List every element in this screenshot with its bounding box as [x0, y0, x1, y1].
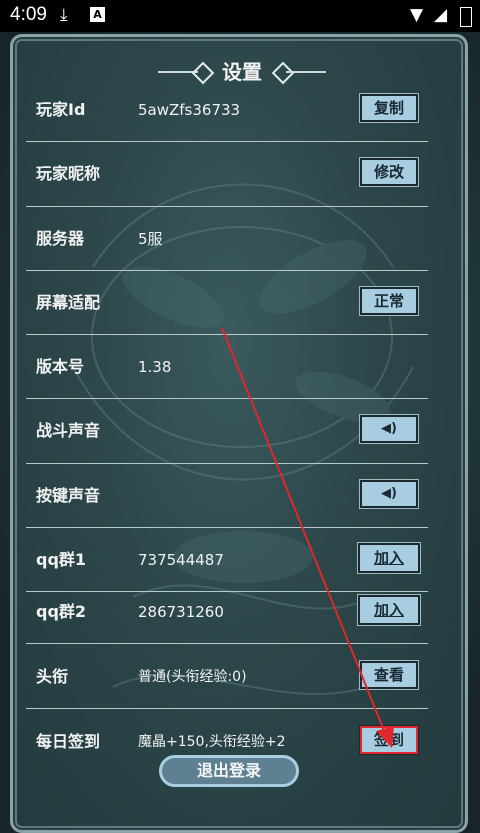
download-icon: ⤓ [60, 5, 68, 25]
row-label: qq群2 [36, 602, 87, 621]
status-time: 4:09 [10, 4, 47, 25]
a-notification-icon: A [90, 7, 105, 22]
title-rank-value: 普通(头衔经验:0) [138, 669, 247, 685]
row-label: 版本号 [36, 357, 85, 376]
row-key-sound: 按键声音 ◀) [26, 464, 426, 528]
row-label: 头衔 [36, 667, 69, 686]
row-divider [26, 708, 428, 709]
row-server: 服务器 5服 [26, 207, 426, 271]
row-label: 玩家Id [36, 100, 86, 119]
row-label: 服务器 [36, 229, 85, 248]
edit-nickname-button[interactable]: 修改 [360, 158, 418, 186]
player-id-value: 5awZfs36733 [138, 101, 241, 119]
checkin-button[interactable]: 签到 [360, 726, 418, 754]
logout-button[interactable]: 退出登录 [159, 755, 299, 787]
row-label: 屏幕适配 [36, 293, 101, 312]
row-nickname: 玩家昵称 修改 [26, 142, 426, 206]
view-title-button[interactable]: 查看 [360, 661, 418, 689]
copy-button[interactable]: 复制 [360, 94, 418, 122]
join-qq-group-2-button[interactable]: 加入 [358, 595, 420, 625]
join-qq-group-1-button[interactable]: 加入 [358, 543, 420, 573]
row-label: 按键声音 [36, 486, 101, 505]
row-version: 版本号 1.38 [26, 335, 426, 399]
version-value: 1.38 [138, 358, 172, 376]
row-qq-group-2: qq群2 286731260 加入 [26, 580, 426, 644]
row-battle-sound: 战斗声音 ◀) [26, 399, 426, 463]
row-label: 战斗声音 [36, 421, 101, 440]
row-title-rank: 头衔 普通(头衔经验:0) 查看 [26, 645, 426, 709]
row-label: 玩家昵称 [36, 164, 101, 183]
battery-icon [460, 7, 472, 27]
server-value: 5服 [138, 230, 163, 248]
row-divider [26, 643, 428, 644]
key-sound-toggle[interactable]: ◀) [360, 480, 418, 508]
row-screen-fit: 屏幕适配 正常 [26, 271, 426, 335]
signal-icon: ◢ [434, 5, 448, 25]
wifi-icon: ▼ [410, 5, 424, 25]
title-divider-right [286, 71, 326, 73]
row-player-id: 玩家Id 5awZfs36733 复制 [26, 78, 426, 142]
status-bar: 4:09 ⤓ A ▼ ◢ [0, 0, 480, 32]
speaker-icon: ◀) [381, 486, 397, 501]
screen-fit-button[interactable]: 正常 [360, 287, 418, 315]
qq-group-2-value: 286731260 [138, 603, 224, 621]
speaker-icon: ◀) [381, 421, 397, 436]
row-label: 每日签到 [36, 732, 101, 751]
battle-sound-toggle[interactable]: ◀) [360, 415, 418, 443]
